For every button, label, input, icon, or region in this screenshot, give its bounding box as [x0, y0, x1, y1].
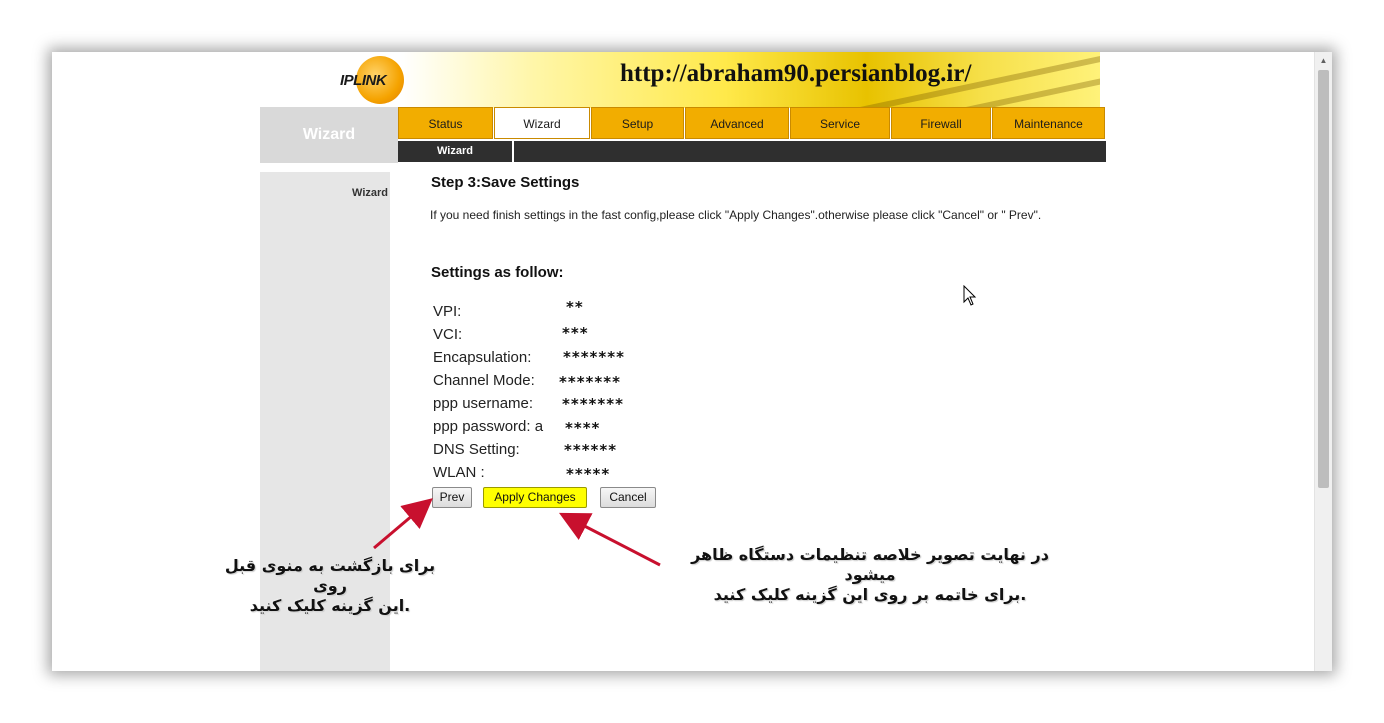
settings-title: Settings as follow: [431, 264, 564, 281]
sub-nav: Wizard [398, 141, 1106, 162]
iplink-logo: IPLINK [340, 56, 406, 104]
subnav-item-wizard[interactable]: Wizard [398, 141, 514, 162]
tab-status[interactable]: Status [398, 107, 493, 139]
masked-value-vpi: ** [566, 298, 584, 316]
masked-value-encapsulation: ******* [563, 348, 625, 366]
sidebar-item-wizard[interactable]: Wizard [352, 187, 388, 199]
tab-firewall[interactable]: Firewall [891, 107, 991, 139]
step-title: Step 3:Save Settings [431, 174, 580, 191]
setting-label-encapsulation: Encapsulation: [433, 349, 532, 366]
annotation-apply-line1: در نهایت تصویر خلاصه تنظیمات دستگاه ظاهر… [691, 545, 1049, 584]
sidebar-title: Wizard [260, 107, 398, 163]
masked-value-wlan: ***** [566, 465, 611, 483]
masked-value-ppp-password: **** [565, 419, 601, 437]
cancel-button[interactable]: Cancel [600, 487, 656, 508]
scroll-up-icon[interactable]: ▲ [1315, 52, 1332, 69]
banner-url: http://abraham90.persianblog.ir/ [620, 60, 972, 87]
masked-value-ppp-username: ******* [562, 395, 624, 413]
instruction-text: If you need finish settings in the fast … [430, 208, 1042, 222]
tab-wizard[interactable]: Wizard [494, 107, 590, 139]
vertical-scrollbar[interactable]: ▲ [1314, 52, 1332, 671]
setting-label-ppp-username: ppp username: [433, 395, 534, 412]
annotation-prev: برای بازگشت به منوی قبل روی .این گزینه ک… [210, 556, 450, 616]
setting-label-channel-mode: Channel Mode: [433, 372, 535, 389]
tab-advanced[interactable]: Advanced [685, 107, 789, 139]
annotation-prev-line2: .این گزینه کلیک کنید [249, 596, 411, 615]
tab-service[interactable]: Service [790, 107, 890, 139]
browser-window: IPLINK http://abraham90.persianblog.ir/ … [52, 52, 1332, 671]
annotation-apply-line2: .برای خاتمه بر روی این گزینه کلیک کنید [713, 585, 1027, 604]
annotation-prev-line1: برای بازگشت به منوی قبل روی [224, 556, 436, 595]
masked-value-channel-mode: ******* [559, 373, 621, 391]
apply-changes-button[interactable]: Apply Changes [483, 487, 587, 508]
logo-text: IPLINK [340, 72, 387, 89]
setting-label-vci: VCI: [433, 326, 463, 343]
scrollbar-thumb[interactable] [1318, 70, 1329, 488]
masked-value-vci: *** [562, 324, 589, 342]
mouse-cursor-icon [963, 285, 977, 306]
prev-button[interactable]: Prev [432, 487, 472, 508]
header-banner: IPLINK http://abraham90.persianblog.ir/ [268, 52, 1100, 108]
setting-label-wlan: WLAN : [433, 464, 485, 481]
setting-label-dns-setting: DNS Setting: [433, 441, 520, 458]
setting-label-vpi: VPI: [433, 303, 462, 320]
tab-setup[interactable]: Setup [591, 107, 684, 139]
setting-label-ppp-password: ppp password: a [433, 418, 544, 435]
main-nav: Status Wizard Setup Advanced Service Fir… [398, 107, 1106, 141]
tab-maintenance[interactable]: Maintenance [992, 107, 1105, 139]
annotation-apply: در نهایت تصویر خلاصه تنظیمات دستگاه ظاهر… [670, 545, 1070, 605]
masked-value-dns-setting: ****** [564, 441, 618, 459]
